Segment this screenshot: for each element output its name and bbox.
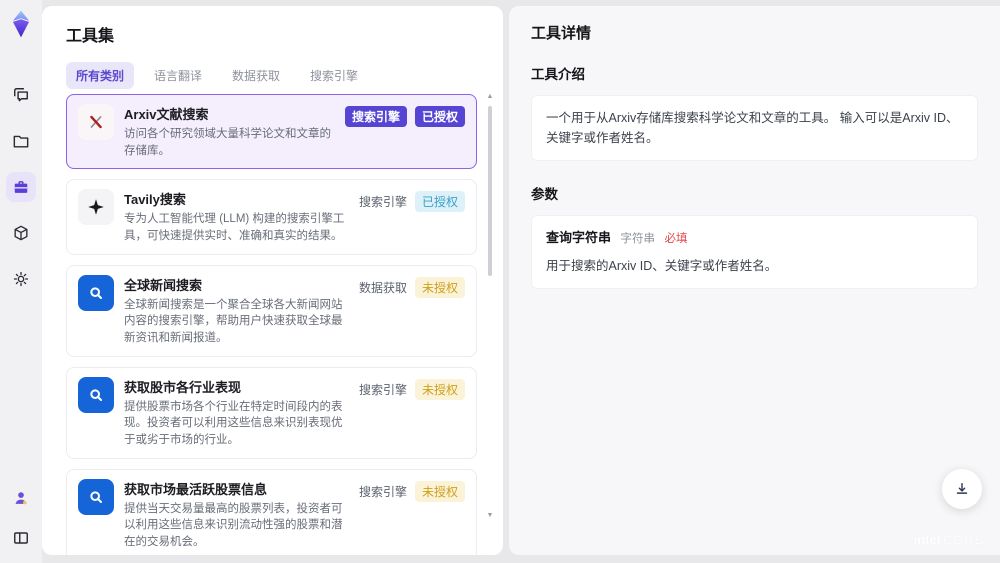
gear-icon: [13, 271, 29, 287]
tool-description: 提供当天交易量最高的股票列表，投资者可以利用这些信息来识别流动性强的股票和潜在的…: [124, 502, 343, 549]
intro-box: 一个用于从Arxiv存储库搜索科学论文和文章的工具。 输入可以是Arxiv ID…: [531, 95, 978, 161]
param-required-badge: 必填: [664, 233, 688, 245]
sidebar-item-user[interactable]: [6, 483, 36, 513]
tool-name: 全球新闻搜索: [124, 277, 203, 293]
sparkle-icon: [88, 199, 104, 216]
tool-card[interactable]: 全球新闻搜索 全球新闻搜索是一个聚合全球各大新闻网站内容的搜索引擎，帮助用户快速…: [66, 264, 477, 357]
tool-card[interactable]: 获取股市各行业表现 提供股票市场各个行业在特定时间段内的表现。投资者可以利用这些…: [66, 366, 477, 459]
tool-name: Tavily搜索: [124, 192, 186, 208]
auth-status-badge: 未授权: [414, 480, 465, 502]
category-tab[interactable]: 语言翻译: [144, 62, 212, 89]
category-tab[interactable]: 数据获取: [222, 62, 290, 89]
intel-brand-text: intel: [913, 532, 941, 547]
sidebar-item-panel-toggle[interactable]: [6, 523, 36, 553]
auth-status-badge: 已授权: [414, 191, 465, 213]
tool-description: 全球新闻搜索是一个聚合全球各大新闻网站内容的搜索引擎，帮助用户快速获取全球最新资…: [124, 298, 343, 345]
sidebar-item-tools[interactable]: [6, 172, 36, 202]
sidebar: [0, 0, 42, 563]
scrollbar-down-arrow[interactable]: ▼: [485, 511, 495, 521]
intel-core-logo: intel CORE: [914, 532, 984, 547]
user-icon: [15, 492, 27, 505]
category-tabs: 所有类别 语言翻译 数据获取 搜索引擎: [66, 62, 473, 89]
tool-description: 提供股票市场各个行业在特定时间段内的表现。投资者可以利用这些信息来识别表现优于或…: [124, 400, 343, 447]
tools-panel: 工具集 所有类别 语言翻译 数据获取 搜索引擎 Arxiv文献搜索 访问各个研究…: [42, 6, 503, 555]
panel-toggle-icon: [14, 532, 28, 544]
params-heading: 参数: [531, 187, 558, 202]
auth-status-badge: 未授权: [414, 276, 465, 298]
tool-list: Arxiv文献搜索 访问各个研究领域大量科学论文和文章的存储库。 搜索引擎 已授…: [66, 94, 477, 555]
diamond-logo-icon: [12, 10, 30, 38]
tool-name: Arxiv文献搜索: [124, 107, 209, 122]
tool-name: 获取股市各行业表现: [124, 379, 242, 395]
sidebar-item-files[interactable]: [6, 126, 36, 156]
auth-status-badge: 未授权: [414, 378, 465, 400]
toolbox-icon: [14, 181, 28, 193]
detail-panel: 工具详情 工具介绍 一个用于从Arxiv存储库搜索科学论文和文章的工具。 输入可…: [509, 6, 1000, 555]
sidebar-item-models[interactable]: [6, 218, 36, 248]
folder-icon: [13, 135, 29, 148]
category-badge: 搜索引擎: [358, 382, 407, 397]
tool-description: 专为人工智能代理 (LLM) 构建的搜索引擎工具，可快速提供实时、准确和真实的结…: [124, 213, 345, 243]
arxiv-logo-icon: [90, 115, 102, 129]
sidebar-item-settings[interactable]: [6, 264, 36, 294]
param-header: 查询字符串 字符串 必填: [546, 228, 963, 249]
category-tab[interactable]: 所有类别: [66, 62, 135, 89]
cube-icon: [14, 225, 28, 241]
download-icon: [956, 483, 968, 494]
tool-name: 获取市场最活跃股票信息: [124, 481, 268, 497]
sidebar-bottom: [6, 483, 36, 553]
search-engine-icon: [90, 389, 102, 401]
search-engine-icon: [90, 491, 102, 503]
param-box: 查询字符串 字符串 必填 用于搜索的Arxiv ID、关键字或作者姓名。: [531, 215, 978, 289]
tool-description: 访问各个研究领域大量科学论文和文章的存储库。: [124, 128, 331, 157]
category-badge: 搜索引擎: [344, 106, 407, 127]
tool-card[interactable]: Tavily搜索 专为人工智能代理 (LLM) 构建的搜索引擎工具，可快速提供实…: [66, 179, 477, 255]
download-button[interactable]: [942, 469, 982, 509]
chat-icon: [14, 88, 28, 102]
tool-card[interactable]: 获取市场最活跃股票信息 提供当天交易量最高的股票列表，投资者可以利用这些信息来识…: [66, 468, 477, 555]
category-badge: 搜索引擎: [358, 195, 407, 210]
scrollbar-up-arrow[interactable]: ▲: [485, 92, 495, 102]
param-type: 字符串: [620, 233, 656, 245]
detail-title: 工具详情: [531, 25, 592, 42]
search-engine-icon: [90, 287, 102, 299]
app-logo[interactable]: [6, 8, 36, 40]
intro-heading: 工具介绍: [531, 67, 585, 82]
core-brand-text: CORE: [943, 533, 984, 547]
scrollbar[interactable]: ▲ ▼: [485, 92, 495, 549]
tool-card[interactable]: Arxiv文献搜索 访问各个研究领域大量科学论文和文章的存储库。 搜索引擎 已授…: [66, 94, 477, 170]
sidebar-nav: [6, 80, 36, 294]
sidebar-item-chat[interactable]: [6, 80, 36, 110]
auth-status-badge: 已授权: [414, 106, 465, 127]
category-badge: 搜索引擎: [358, 484, 407, 499]
category-badge: 数据获取: [358, 280, 407, 295]
category-tab[interactable]: 搜索引擎: [300, 62, 368, 89]
page-title: 工具集: [66, 28, 115, 45]
scrollbar-thumb[interactable]: [488, 106, 492, 276]
param-name: 查询字符串: [546, 230, 612, 245]
param-description: 用于搜索的Arxiv ID、关键字或作者姓名。: [546, 258, 778, 273]
